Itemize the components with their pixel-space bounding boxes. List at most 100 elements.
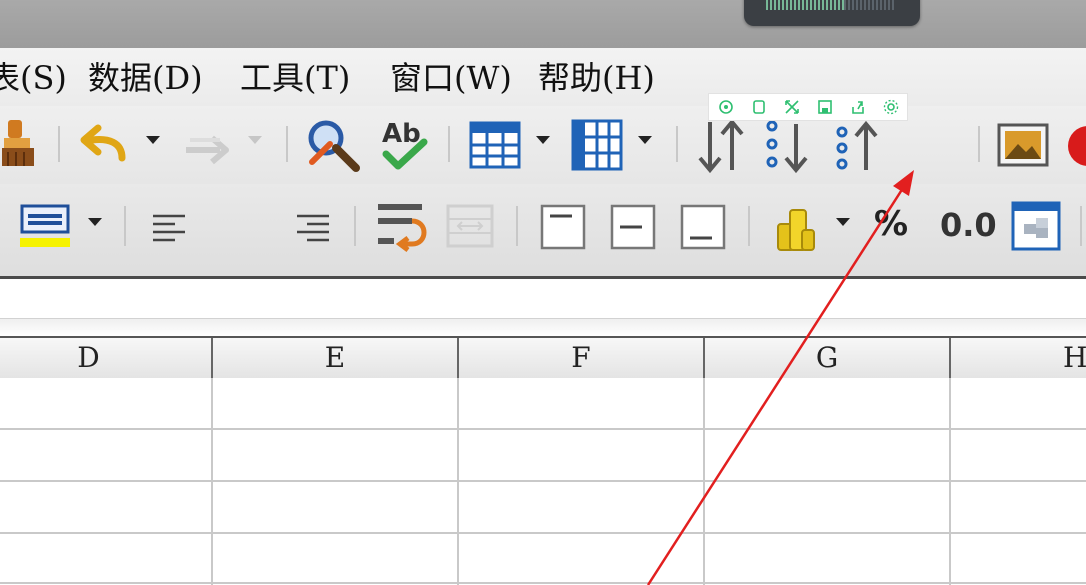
merge-cells-icon: [446, 204, 494, 248]
activity-meter-idle: [844, 0, 896, 10]
grid-line: [0, 428, 1086, 430]
toolbar-separator: [1080, 206, 1082, 246]
expand-button[interactable]: [781, 96, 803, 118]
align-left-button[interactable]: [140, 198, 198, 256]
menu-window[interactable]: 窗口(W): [390, 58, 512, 98]
image-overlay-toolbar: [708, 93, 908, 121]
svg-text:Ab: Ab: [382, 119, 421, 149]
share-button[interactable]: [847, 96, 869, 118]
undo-dropdown[interactable]: [146, 136, 160, 144]
column-header-e[interactable]: E: [213, 338, 459, 378]
sort-descending-icon: [766, 120, 808, 174]
menu-tools[interactable]: 工具(T): [240, 58, 350, 98]
table-columns-icon: [571, 119, 623, 171]
menubar: 表(S) 数据(D) 工具(T) 窗口(W) 帮助(H): [0, 48, 1086, 106]
gear-icon: [883, 99, 898, 115]
chart-pie-icon: [1068, 126, 1086, 166]
formula-bar-divider: [0, 318, 1086, 337]
grid-line: [0, 532, 1086, 534]
table-rows-icon: [469, 121, 521, 169]
toolbar-separator: [58, 126, 60, 162]
format-cells-button[interactable]: [1008, 198, 1064, 254]
toolbar-separator: [516, 206, 518, 246]
column-header-g[interactable]: G: [705, 338, 951, 378]
sort-descending-button[interactable]: [760, 116, 816, 176]
toolbar-separator: [676, 126, 678, 162]
cell-grid[interactable]: [0, 378, 1086, 585]
merge-cells-button[interactable]: [442, 196, 498, 258]
toolbar-separator: [748, 206, 750, 246]
save-icon: [817, 100, 832, 114]
column-header-h[interactable]: H: [951, 338, 1086, 378]
insert-chart-button[interactable]: [1064, 120, 1086, 170]
align-bottom-icon: [680, 204, 726, 250]
background-color-dropdown[interactable]: [88, 218, 102, 226]
copy-icon: [752, 100, 765, 114]
undo-button[interactable]: [78, 120, 134, 168]
background-color-button[interactable]: [18, 202, 74, 250]
decimal-format-button[interactable]: 0.0: [940, 206, 997, 244]
align-right-button[interactable]: [284, 198, 342, 256]
scan-icon: [718, 100, 733, 114]
formatting-toolbar: % 0.0: [0, 184, 1086, 442]
spelling-button[interactable]: Ab: [378, 114, 432, 176]
toolbar-separator: [448, 126, 450, 162]
find-replace-button[interactable]: [304, 116, 362, 174]
save-image-button[interactable]: [814, 96, 836, 118]
align-middle-button[interactable]: [604, 198, 662, 256]
column-header-f[interactable]: F: [459, 338, 705, 378]
clone-formatting-button[interactable]: [0, 116, 40, 170]
system-tray-widget[interactable]: [744, 0, 920, 26]
grid-line: [0, 480, 1086, 482]
redo-button[interactable]: [180, 120, 236, 168]
insert-image-button[interactable]: [996, 120, 1050, 170]
align-bottom-button[interactable]: [674, 198, 732, 256]
sort-icon: [698, 118, 744, 174]
redo-icon: [186, 135, 229, 165]
ocr-scan-button[interactable]: [715, 96, 737, 118]
percent-format-button[interactable]: %: [874, 204, 908, 244]
currency-format-button[interactable]: [766, 194, 822, 258]
align-middle-icon: [610, 204, 656, 250]
align-top-button[interactable]: [534, 198, 592, 256]
window-titlebar: [0, 0, 1086, 48]
wrap-text-icon: [378, 204, 427, 252]
share-icon: [851, 101, 864, 114]
toolbar-separator: [124, 206, 126, 246]
standard-toolbar: Ab: [0, 106, 1086, 281]
sort-ascending-button[interactable]: [830, 116, 886, 176]
column-header-row: D E F G H: [0, 336, 1086, 380]
menu-data[interactable]: 数据(D): [88, 58, 203, 98]
find-replace-icon: [308, 120, 360, 172]
column-header-d[interactable]: D: [0, 338, 213, 378]
align-right-icon: [297, 214, 329, 242]
background-color-icon: [20, 204, 70, 247]
toolbar-separator: [286, 126, 288, 162]
coins-icon: [777, 209, 815, 251]
toolbar-separator: [354, 206, 356, 246]
insert-columns-dropdown[interactable]: [638, 136, 652, 144]
insert-rows-dropdown[interactable]: [536, 136, 550, 144]
spellcheck-icon: Ab: [382, 119, 428, 170]
wrap-text-button[interactable]: [372, 196, 432, 258]
menu-help[interactable]: 帮助(H): [538, 58, 655, 98]
redo-dropdown[interactable]: [248, 136, 262, 144]
grid-line: [0, 582, 1086, 584]
expand-icon: [784, 100, 799, 114]
copy-button[interactable]: [748, 96, 770, 118]
undo-icon: [80, 124, 126, 162]
sort-ascending-icon: [836, 120, 878, 170]
image-icon: [997, 123, 1049, 167]
toolbar-separator: [978, 126, 980, 162]
insert-columns-button[interactable]: [570, 118, 624, 172]
formula-bar[interactable]: [0, 279, 1086, 319]
currency-format-dropdown[interactable]: [836, 218, 850, 226]
align-left-icon: [153, 214, 185, 242]
align-top-icon: [540, 204, 586, 250]
settings-button[interactable]: [880, 96, 902, 118]
paintbrush-icon: [2, 120, 34, 166]
format-cells-icon: [1011, 201, 1061, 251]
menu-sheet[interactable]: 表(S): [0, 58, 67, 98]
insert-rows-button[interactable]: [468, 120, 522, 170]
sort-button[interactable]: [694, 116, 750, 176]
